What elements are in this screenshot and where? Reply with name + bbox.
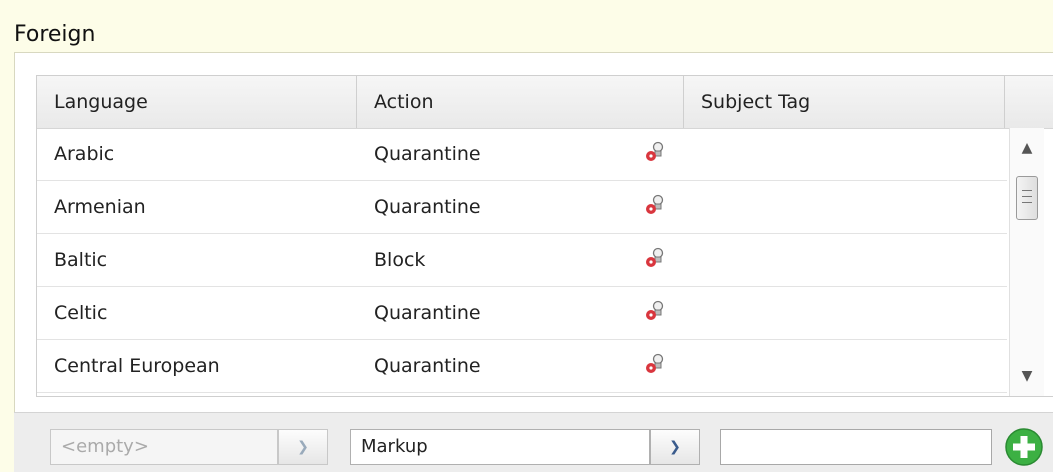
table-row[interactable]: Arabic Quarantine: [37, 128, 1007, 181]
language-combo[interactable]: <empty>: [50, 429, 278, 465]
cell-action: Block: [374, 249, 426, 271]
language-grid: Language Action Subject Tag Arabic Quara…: [36, 75, 1053, 397]
language-combo-chevron-icon[interactable]: ❯: [278, 429, 328, 465]
column-header-action[interactable]: Action: [357, 76, 684, 128]
subject-tag-input[interactable]: [720, 429, 992, 465]
table-row[interactable]: Celtic Quarantine: [37, 287, 1007, 340]
action-combo-chevron-icon[interactable]: ❯: [650, 429, 700, 465]
cell-language: Baltic: [54, 249, 108, 271]
add-row-toolbar: <empty> ❯ Markup ❯: [14, 412, 1053, 472]
table-row[interactable]: Central European Quarantine: [37, 340, 1007, 393]
column-header-subject-tag[interactable]: Subject Tag: [684, 76, 1005, 128]
panel-title: Foreign: [14, 22, 96, 47]
cell-language: Armenian: [54, 196, 146, 218]
edit-pin-icon[interactable]: [644, 194, 666, 216]
action-combo[interactable]: Markup: [350, 429, 650, 465]
scroll-down-icon[interactable]: ▼: [1010, 364, 1044, 388]
edit-pin-icon[interactable]: [644, 141, 666, 163]
grid-scrollbar[interactable]: ▲ ▼: [1009, 128, 1044, 396]
grid-header: Language Action Subject Tag: [37, 76, 1053, 129]
grid-rows: Arabic Quarantine Armenian Quarantine Ba…: [37, 128, 1007, 393]
column-header-language[interactable]: Language: [37, 76, 357, 128]
table-row[interactable]: Armenian Quarantine: [37, 181, 1007, 234]
cell-action: Quarantine: [374, 302, 481, 324]
add-circle-icon[interactable]: [1004, 427, 1044, 467]
cell-action: Quarantine: [374, 196, 481, 218]
cell-action: Quarantine: [374, 143, 481, 165]
scroll-thumb[interactable]: [1016, 176, 1038, 220]
edit-pin-icon[interactable]: [644, 353, 666, 375]
column-header-spacer: [1005, 76, 1053, 128]
table-row[interactable]: Baltic Block: [37, 234, 1007, 287]
cell-language: Central European: [54, 355, 220, 377]
cell-action: Quarantine: [374, 355, 481, 377]
edit-pin-icon[interactable]: [644, 300, 666, 322]
scroll-up-icon[interactable]: ▲: [1010, 136, 1044, 160]
cell-language: Celtic: [54, 302, 108, 324]
cell-language: Arabic: [54, 143, 115, 165]
edit-pin-icon[interactable]: [644, 247, 666, 269]
